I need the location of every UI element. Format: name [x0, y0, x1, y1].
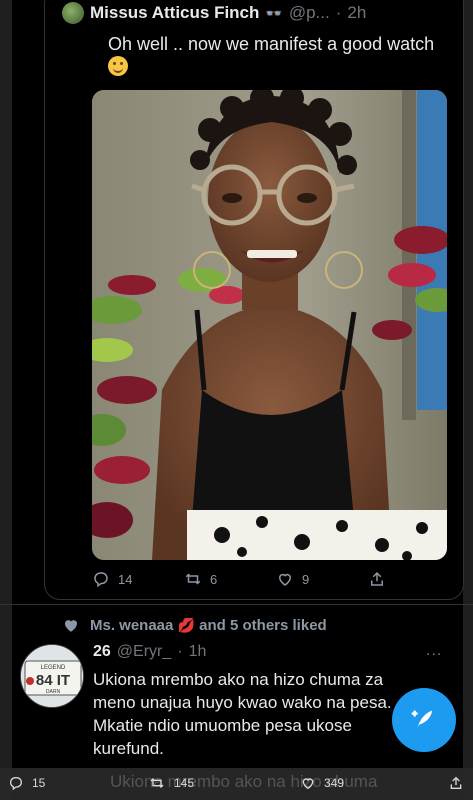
reply-tweet-text: Ukiona mrembo ako na hizo chuma za meno … — [93, 670, 392, 758]
compose-tweet-button[interactable] — [392, 688, 456, 752]
retweet-action[interactable]: 6 — [184, 570, 217, 588]
heart-icon — [302, 778, 314, 790]
window-frame-left — [0, 0, 12, 800]
reply-icon — [10, 777, 22, 791]
sticky-action-bar: Ukiona mrembo ako na hizo chuma 15 145 3… — [0, 768, 473, 800]
svg-text:LEGEND: LEGEND — [41, 665, 66, 671]
bottom-like-count: 349 — [324, 776, 345, 790]
bottom-share-action[interactable] — [448, 775, 464, 791]
quoted-author-avatar[interactable] — [62, 2, 84, 24]
bottom-retweet-count: 145 — [174, 776, 195, 790]
liked-by-rest: and 5 others liked — [199, 616, 327, 634]
quoted-author-handle[interactable]: @p... — [289, 3, 330, 23]
share-icon — [371, 571, 383, 586]
svg-text:DARN: DARN — [46, 689, 61, 695]
retweet-icon — [185, 573, 201, 585]
reply-author-handle[interactable]: @Eryr_ — [117, 643, 171, 661]
quoted-tweet-body: Oh well .. now we manifest a good watch — [108, 34, 435, 54]
reply-action[interactable]: 14 — [92, 570, 132, 588]
reply-author-name[interactable]: 26 — [93, 643, 111, 661]
quoted-time[interactable]: 2h — [347, 3, 366, 23]
quoted-author-name[interactable]: Missus Atticus Finch — [90, 3, 259, 23]
quoted-tweet-text: Oh well .. now we manifest a good watch — [108, 33, 438, 79]
reply-separator: · — [177, 643, 183, 660]
window-frame-right — [463, 0, 473, 800]
reply-time[interactable]: 1h — [189, 643, 207, 661]
retweet-count: 6 — [210, 571, 218, 587]
glasses-emoji-icon: 👓 — [265, 4, 283, 21]
reply-author-avatar[interactable]: LEGEND 84 IT DARN — [20, 644, 84, 708]
tweet-divider — [0, 604, 473, 605]
bottom-reply-action[interactable]: 15 — [8, 775, 45, 791]
tweet-photo[interactable] — [92, 90, 447, 560]
smiling-face-emoji-icon — [108, 56, 128, 76]
portrait-photo-image — [92, 90, 447, 560]
bottom-like-action[interactable]: 349 — [300, 775, 344, 791]
reply-icon — [94, 572, 108, 588]
quoted-tweet-actions: 14 6 9 — [92, 570, 392, 594]
share-action[interactable] — [368, 570, 386, 588]
heart-icon — [278, 573, 292, 586]
reply-count: 14 — [118, 571, 133, 587]
quoted-separator: · — [335, 3, 342, 22]
liked-by-name: Ms. wenaaa — [90, 616, 174, 634]
feather-plus-icon — [411, 710, 433, 729]
share-icon — [450, 776, 462, 789]
social-context-liked[interactable]: Ms. wenaaa 💋 and 5 others liked — [62, 616, 327, 634]
heart-filled-icon — [65, 620, 77, 632]
reply-header: 26 @Eryr_ · 1h — [93, 643, 206, 661]
more-options-icon[interactable]: ... — [426, 642, 442, 660]
bottom-retweet-action[interactable]: 145 — [148, 775, 194, 791]
like-action[interactable]: 9 — [276, 570, 309, 588]
quoted-tweet-header: Missus Atticus Finch 👓 @p... · 2h — [62, 2, 366, 24]
lips-emoji-icon: 💋 — [177, 616, 195, 633]
svg-text:84 IT: 84 IT — [36, 672, 70, 689]
bottom-reply-count: 15 — [32, 776, 46, 790]
license-plate-avatar-image: LEGEND 84 IT DARN — [21, 645, 83, 707]
retweet-icon — [150, 778, 164, 788]
like-count: 9 — [302, 571, 310, 587]
